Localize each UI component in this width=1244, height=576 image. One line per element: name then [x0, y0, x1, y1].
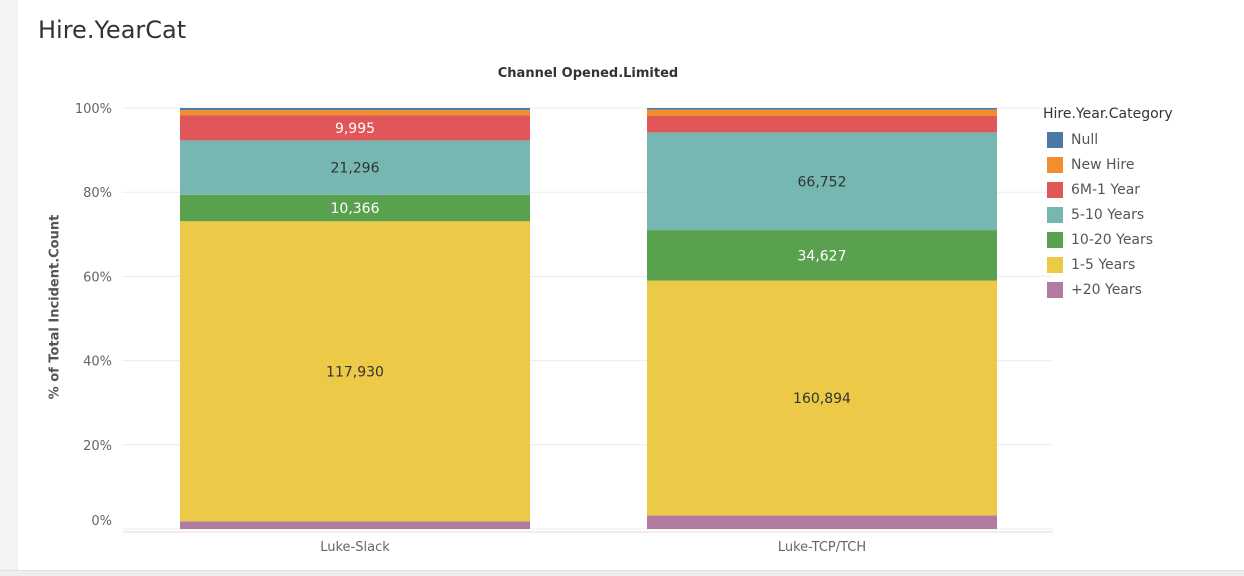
x-tick-label: Luke-TCP/TCH: [778, 540, 866, 555]
legend-item[interactable]: +20 Years: [1043, 277, 1233, 302]
legend-item[interactable]: 1-5 Years: [1043, 252, 1233, 277]
legend-item[interactable]: 10-20 Years: [1043, 227, 1233, 252]
y-tick-label: 60%: [83, 270, 112, 285]
bar-data-label: 117,930: [326, 364, 384, 380]
legend-swatch: [1047, 206, 1063, 223]
bar-segment[interactable]: [180, 110, 530, 116]
legend-swatch: [1047, 281, 1063, 298]
legend-label: New Hire: [1071, 156, 1135, 173]
bar-segment[interactable]: [647, 108, 997, 110]
bar-data-label: 34,627: [798, 248, 847, 264]
bar-data-label: 66,752: [798, 174, 847, 190]
bar-data-label: 9,995: [335, 121, 375, 137]
y-tick-label: 0%: [91, 514, 112, 529]
legend-swatch: [1047, 156, 1063, 173]
legend-label: 10-20 Years: [1071, 231, 1154, 248]
legend-swatch: [1047, 231, 1063, 248]
bar-segment[interactable]: [647, 115, 997, 133]
x-tick-label: Luke-Slack: [320, 540, 390, 555]
legend-swatch: [1047, 181, 1063, 198]
legend-item[interactable]: 6M-1 Year: [1043, 177, 1233, 202]
legend-label: 6M-1 Year: [1071, 181, 1141, 198]
legend-item[interactable]: New Hire: [1043, 152, 1233, 177]
legend-items: Null New Hire 6M-1 Year 5-10 Years 10-20 Yea…: [1043, 127, 1233, 302]
bar-data-label: 160,894: [793, 391, 851, 407]
legend-item[interactable]: Null: [1043, 127, 1233, 152]
legend-title: Hire.Year.Category: [1043, 106, 1173, 122]
legend-label: 1-5 Years: [1071, 256, 1136, 273]
legend-label: +20 Years: [1071, 281, 1142, 298]
y-tick-label: 100%: [75, 102, 112, 117]
bar-data-label: 21,296: [331, 161, 380, 177]
legend: Hire.Year.Category Null New Hire 6M-1 Year…: [1043, 106, 1233, 302]
bar-data-label: 10,366: [331, 201, 380, 217]
y-tick-label: 20%: [83, 439, 112, 454]
bar-segment[interactable]: [180, 521, 530, 529]
bar-segment[interactable]: [647, 515, 997, 529]
bar-segment[interactable]: [180, 108, 530, 111]
legend-swatch: [1047, 131, 1063, 148]
legend-label: 5-10 Years: [1071, 206, 1145, 223]
y-tick-label: 80%: [83, 186, 112, 201]
legend-item[interactable]: 5-10 Years: [1043, 202, 1233, 227]
y-tick-label: 40%: [83, 355, 112, 370]
legend-swatch: [1047, 256, 1063, 273]
bar-segment[interactable]: [647, 109, 997, 116]
legend-label: Null: [1071, 131, 1099, 148]
